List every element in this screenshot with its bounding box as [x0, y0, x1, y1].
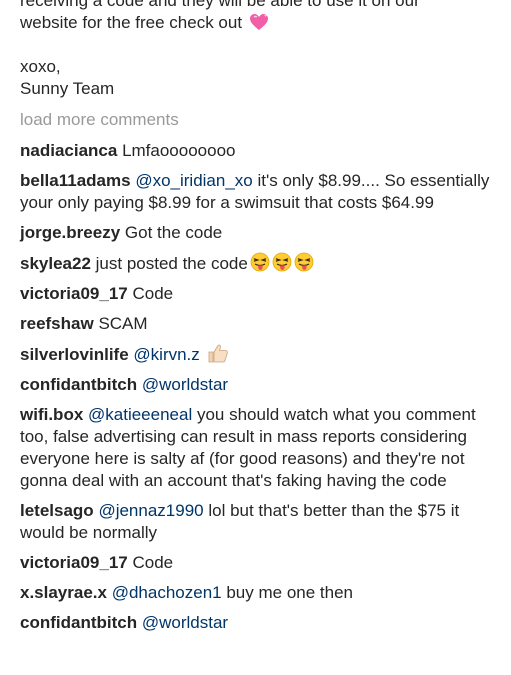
comment-mention-link[interactable]: @xo_iridian_xo: [135, 171, 252, 190]
sparkling-heart-icon: [249, 13, 269, 31]
comment-row: confidantbitch @worldstar: [20, 374, 497, 396]
comment-username-link[interactable]: nadiacianca: [20, 141, 117, 160]
comment-mention-link[interactable]: @worldstar: [142, 613, 228, 632]
comment-mention-link[interactable]: @dhachozen1: [112, 583, 222, 602]
load-more-comments-link[interactable]: load more comments: [20, 109, 497, 131]
comment-row: wifi.box @katieeeneal you should watch w…: [20, 404, 497, 492]
face-with-tongue-icon: [294, 252, 314, 272]
comment-row: letelsago @jennaz1990 lol but that's bet…: [20, 500, 497, 544]
post-signoff: xoxo,: [20, 57, 61, 76]
comment-text: Code: [132, 553, 174, 572]
comment-text: buy me one then: [226, 583, 353, 602]
comment-username-link[interactable]: victoria09_17: [20, 553, 128, 572]
post-signature: Sunny Team: [20, 79, 115, 98]
comment-username-link[interactable]: skylea22: [20, 254, 91, 273]
comment-row: x.slayrae.x @dhachozen1 buy me one then: [20, 582, 497, 604]
comment-mention-link[interactable]: @katieeeneal: [88, 405, 192, 424]
comment-row: reefshaw SCAM: [20, 313, 497, 335]
comment-username-link[interactable]: victoria09_17: [20, 284, 128, 303]
caption-line: receiving a code and they will be able t…: [20, 0, 420, 10]
comments-section: receiving a code and they will be able t…: [20, 0, 497, 642]
comment-mention-link[interactable]: @jennaz1990: [98, 501, 203, 520]
thumbs-up-icon: [207, 343, 229, 363]
comment-username-link[interactable]: letelsago: [20, 501, 94, 520]
comment-username-link[interactable]: jorge.breezy: [20, 223, 120, 242]
comment-row: silverlovinlife @kirvn.z: [20, 343, 497, 366]
comment-row: skylea22 just posted the code: [20, 252, 497, 275]
face-with-tongue-icon: [250, 252, 270, 272]
comment-list: nadiacianca Lmfaoooooooo bella11adams @xo…: [20, 140, 497, 634]
comment-username-link[interactable]: wifi.box: [20, 405, 83, 424]
comment-row: nadiacianca Lmfaoooooooo: [20, 140, 497, 162]
comment-text: SCAM: [98, 314, 148, 333]
comment-row: bella11adams @xo_iridian_xo it's only $8…: [20, 170, 497, 214]
post-caption: receiving a code and they will be able t…: [20, 0, 497, 100]
comment-text: just posted the code: [95, 254, 248, 273]
comment-username-link[interactable]: reefshaw: [20, 314, 94, 333]
comment-row: jorge.breezy Got the code: [20, 222, 497, 244]
comment-username-link[interactable]: confidantbitch: [20, 613, 137, 632]
comment-username-link[interactable]: x.slayrae.x: [20, 583, 107, 602]
comment-text: Code: [132, 284, 174, 303]
caption-line-text: website for the free check out: [20, 13, 243, 32]
comment-username-link[interactable]: silverlovinlife: [20, 345, 129, 364]
comment-username-link[interactable]: confidantbitch: [20, 375, 137, 394]
comment-mention-link[interactable]: @kirvn.z: [133, 345, 199, 364]
comment-row: confidantbitch @worldstar: [20, 612, 497, 634]
face-with-tongue-icon: [272, 252, 292, 272]
comment-text: Got the code: [124, 223, 223, 242]
comment-username-link[interactable]: bella11adams: [20, 171, 131, 190]
caption-line: website for the free check out: [20, 12, 497, 34]
comment-text: Lmfaoooooooo: [122, 141, 236, 160]
comment-mention-link[interactable]: @worldstar: [142, 375, 228, 394]
comment-row: victoria09_17 Code: [20, 283, 497, 305]
comment-row: victoria09_17 Code: [20, 552, 497, 574]
